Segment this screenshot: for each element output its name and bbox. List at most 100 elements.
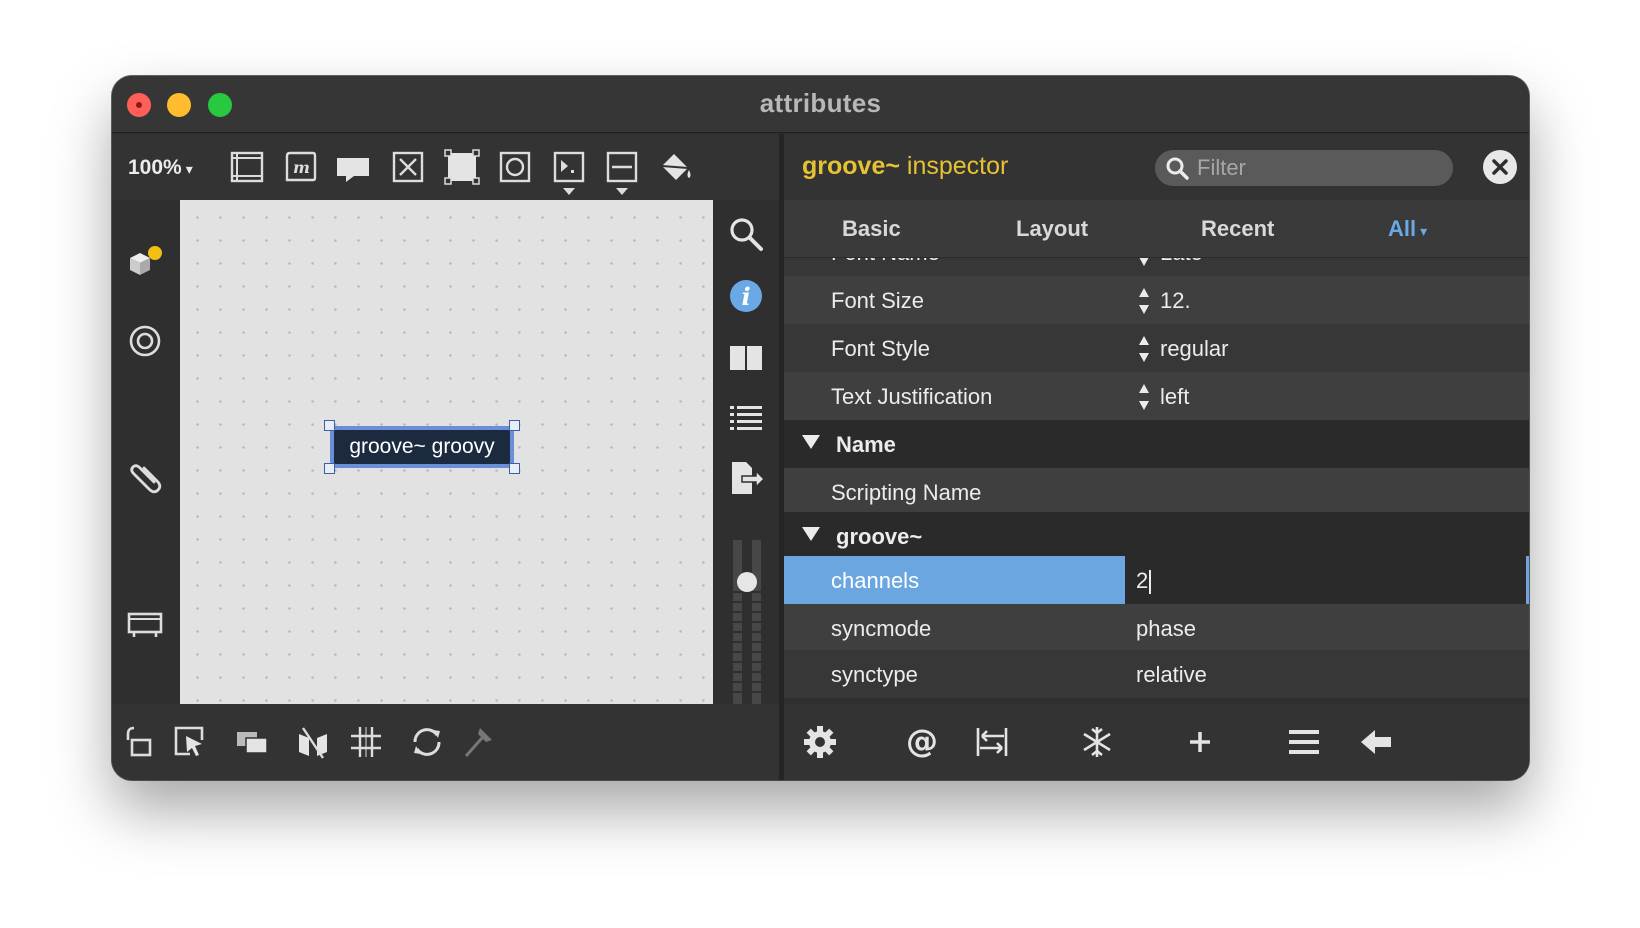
button-icon[interactable] (496, 148, 534, 186)
zoom-dropdown[interactable]: 100% ▾ (128, 156, 193, 180)
attr-label: syncmode (831, 616, 932, 641)
slider-icon[interactable] (603, 148, 641, 186)
attr-value[interactable]: relative (1136, 662, 1207, 688)
groove-object[interactable]: groove~ groovy (330, 426, 514, 468)
target-icon[interactable] (124, 320, 166, 362)
inspector-title: groove~ inspector (802, 152, 1008, 181)
tab-all[interactable]: All ▾ (1388, 216, 1427, 242)
text-cursor (1149, 570, 1152, 595)
stepper-arrows-icon[interactable] (1138, 286, 1150, 316)
packages-icon[interactable] (124, 244, 166, 286)
attr-value-text: 2 (1136, 568, 1149, 593)
attr-label: Font Name (831, 258, 940, 266)
svg-text:i: i (741, 282, 750, 311)
attr-label: channels (831, 568, 920, 593)
attr-value[interactable]: Lato (1160, 258, 1203, 266)
attr-value[interactable]: 12. (1160, 288, 1191, 314)
attr-value[interactable]: left (1160, 384, 1189, 410)
section-header-name[interactable]: Name (784, 420, 1529, 468)
inspector-panel: groove~ inspector Filter Basic Layout Re… (784, 134, 1529, 780)
zoom-value: 100% (128, 156, 182, 179)
patcher-bottom-toolbar (112, 704, 779, 780)
grid-icon[interactable] (348, 724, 384, 760)
attr-row-font-style[interactable]: Font Style regular (784, 324, 1529, 372)
attr-label: synctype (831, 662, 918, 687)
close-inspector-button[interactable] (1483, 150, 1517, 184)
export-icon[interactable] (726, 458, 766, 498)
resize-handle-top-left[interactable] (324, 420, 335, 431)
attr-row-text-justification[interactable]: Text Justification left (784, 372, 1529, 420)
attr-row-font-size[interactable]: Font Size 12. (784, 276, 1529, 324)
debug-pin-icon[interactable] (460, 724, 496, 760)
patcher-left-sidebar (112, 200, 180, 704)
layers-icon[interactable] (234, 724, 270, 760)
book-icon[interactable] (726, 338, 766, 378)
inspector-title-suffix: inspector (899, 152, 1009, 180)
filter-placeholder: Filter (1197, 155, 1246, 180)
attr-label: Font Style (831, 336, 931, 361)
chevron-down-icon: ▾ (185, 161, 193, 177)
stepper-arrows-icon[interactable] (1138, 382, 1150, 412)
number-icon[interactable] (550, 148, 588, 186)
disclosure-triangle-icon[interactable] (802, 527, 820, 541)
resize-handle-bottom-left[interactable] (324, 463, 335, 474)
disclosure-triangle-icon[interactable] (802, 435, 820, 449)
comment-icon[interactable] (334, 148, 372, 186)
lock-icon[interactable] (120, 724, 156, 760)
title-bar: attributes (112, 76, 1529, 133)
at-sign-icon[interactable]: @ (904, 722, 940, 760)
attr-row-font-name[interactable]: Font Name Lato (784, 258, 1529, 276)
attr-row-channels[interactable]: channels 2 (784, 556, 1529, 604)
patcher-toolbar: 100% ▾ m (112, 134, 779, 200)
svg-text:@: @ (906, 724, 938, 760)
swap-arrows-icon[interactable] (974, 724, 1010, 760)
level-slider[interactable] (733, 540, 761, 704)
back-arrow-icon[interactable] (1358, 724, 1394, 760)
close-icon (1492, 159, 1508, 175)
stepper-arrows-icon[interactable] (1138, 258, 1150, 268)
refresh-icon[interactable] (409, 724, 445, 760)
svg-text:m: m (293, 158, 310, 177)
presentation-select-icon[interactable] (172, 724, 208, 760)
message-box-icon[interactable]: m (281, 148, 319, 186)
patcher-canvas[interactable]: groove~ groovy (180, 200, 713, 711)
tab-all-label: All (1388, 216, 1417, 241)
search-icon (1166, 157, 1189, 180)
resize-handle-top-right[interactable] (509, 420, 520, 431)
inspector-object-name: groove~ (802, 152, 900, 180)
attr-label: Font Size (831, 288, 924, 313)
inspector-tabs: Basic Layout Recent All ▾ (784, 200, 1529, 258)
menu-icon[interactable] (1286, 724, 1322, 760)
gear-icon[interactable] (802, 724, 838, 760)
snowflake-icon[interactable] (1079, 724, 1115, 760)
align-icon[interactable] (295, 724, 331, 760)
attr-row-syncmode[interactable]: syncmode phase (784, 604, 1529, 652)
search-icon[interactable] (726, 214, 766, 254)
attr-row-scripting-name[interactable]: Scripting Name (784, 468, 1529, 516)
presentation-mode-icon[interactable] (124, 602, 166, 644)
attribute-list[interactable]: Font Name Lato Font Size 12. Font Style … (784, 258, 1529, 704)
info-icon[interactable]: i (726, 276, 766, 316)
tab-recent[interactable]: Recent (1201, 216, 1274, 242)
patcher-right-sidebar: i (713, 200, 779, 711)
add-icon[interactable] (1182, 724, 1218, 760)
list-icon[interactable] (726, 398, 766, 438)
presentation-icon[interactable] (443, 148, 481, 186)
resize-handle-bottom-right[interactable] (509, 463, 520, 474)
section-header-groove[interactable]: groove~ (784, 512, 1529, 560)
value-edit-field[interactable] (1125, 556, 1529, 604)
attr-value[interactable]: phase (1136, 616, 1196, 642)
attr-row-synctype[interactable]: synctype relative (784, 650, 1529, 698)
paint-bucket-icon[interactable] (656, 148, 694, 186)
panel-icon[interactable] (228, 148, 266, 186)
toggle-icon[interactable] (389, 148, 427, 186)
number-options-caret[interactable] (563, 188, 575, 195)
paperclip-icon[interactable] (124, 454, 166, 496)
tab-basic[interactable]: Basic (842, 216, 901, 242)
tab-layout[interactable]: Layout (1016, 216, 1088, 242)
stepper-arrows-icon[interactable] (1138, 334, 1150, 364)
filter-input[interactable]: Filter (1155, 150, 1453, 186)
attr-value-editing[interactable]: 2 (1136, 568, 1152, 595)
attr-value[interactable]: regular (1160, 336, 1228, 362)
slider-options-caret[interactable] (616, 188, 628, 195)
